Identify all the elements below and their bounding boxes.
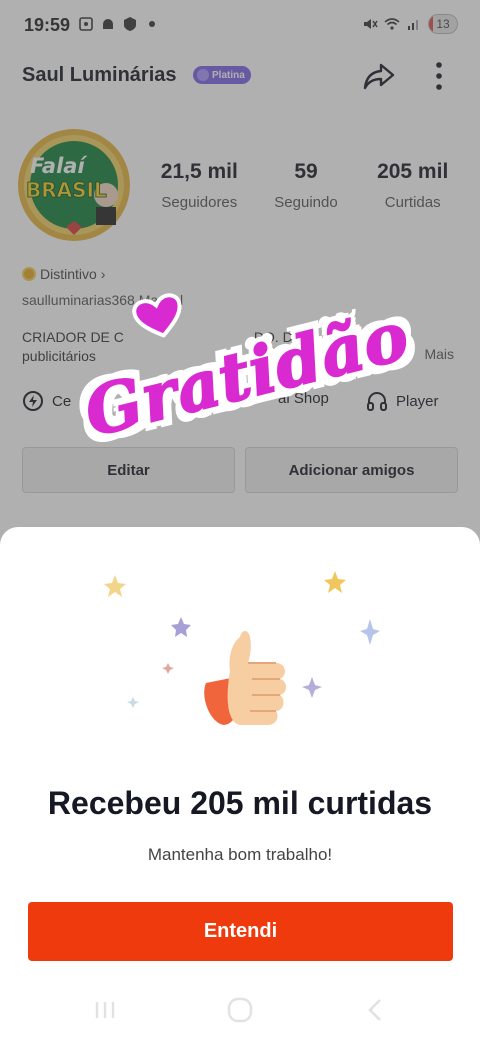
likes-milestone-sheet: Recebeu 205 mil curtidas Mantenha bom tr… [0, 527, 480, 1040]
confirm-button-label: Entendi [203, 920, 278, 942]
home-button[interactable] [226, 996, 254, 1024]
star-icon [302, 677, 322, 698]
sheet-subtitle: Mantenha bom trabalho! [147, 845, 333, 864]
sticker-text: Gratidão [76, 295, 417, 453]
recents-button[interactable] [91, 996, 119, 1024]
star-icon [162, 663, 174, 674]
star-icon [360, 619, 380, 645]
star-icon [324, 571, 346, 593]
star-icon [171, 617, 191, 637]
app-screen: 19:59 13 Saul Luminárias Platina Falaí B… [0, 0, 480, 1040]
confirm-button[interactable]: Entendi [28, 902, 453, 961]
thumbs-up-illustration [104, 571, 380, 725]
thumbs-up-hand [204, 631, 286, 725]
sheet-title: Recebeu 205 mil curtidas [47, 785, 433, 821]
star-icon [104, 575, 126, 597]
star-icon [127, 697, 139, 708]
gratitude-sticker: Gratidão [72, 258, 422, 490]
back-button[interactable] [362, 996, 390, 1024]
system-navigation-bar [0, 980, 480, 1040]
